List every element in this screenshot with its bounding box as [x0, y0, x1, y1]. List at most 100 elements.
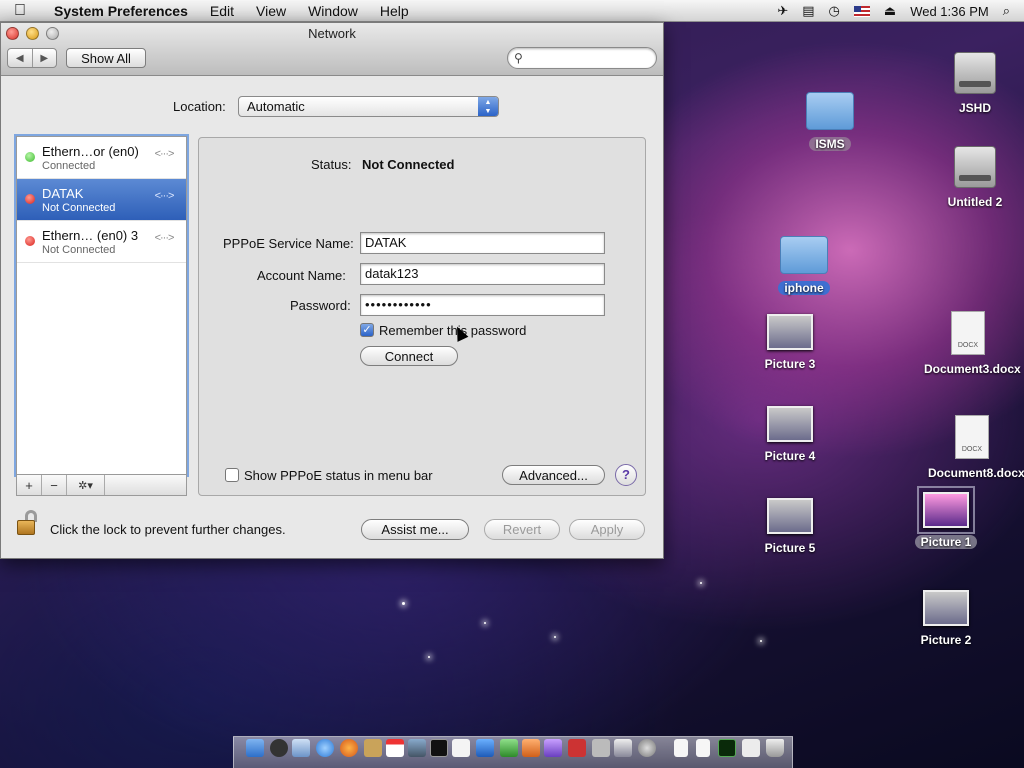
menu-window[interactable]: Window	[308, 3, 358, 19]
desktop-icon-label: Document8.docx	[928, 466, 1024, 480]
network-window: Network ◀ ▶ Show All ⚲ Location: Automat…	[0, 22, 664, 559]
show-all-button[interactable]: Show All	[66, 48, 146, 68]
menu-view[interactable]: View	[256, 3, 286, 19]
ical-icon[interactable]	[386, 739, 404, 757]
desktop-icon-iphone[interactable]: iphone	[754, 236, 854, 295]
desktop-icon-label: iphone	[778, 281, 830, 295]
activity-monitor-icon[interactable]	[718, 739, 736, 757]
menu-extras: ✈ ▤ ◷ ⏏ Wed 1:36 PM ⌕	[777, 0, 1024, 22]
textedit-icon[interactable]	[452, 739, 470, 757]
advanced-button[interactable]: Advanced...	[502, 465, 605, 485]
location-value: Automatic	[247, 99, 305, 114]
powerpoint-icon[interactable]	[522, 739, 540, 757]
excel-icon[interactable]	[500, 739, 518, 757]
show-pppoe-status-label: Show PPPoE status in menu bar	[244, 468, 433, 483]
desktop-icon-picture-3[interactable]: Picture 3	[740, 314, 840, 371]
lock-icon[interactable]	[17, 510, 39, 536]
preview-icon[interactable]	[614, 739, 632, 757]
add-service-button[interactable]: +	[17, 475, 42, 495]
desktop-icon-picture-4[interactable]: Picture 4	[740, 406, 840, 463]
desktop-icon-label: Document3.docx	[924, 362, 1021, 376]
desktop-icon-jshd[interactable]: JSHD	[925, 52, 1024, 115]
eject-icon[interactable]: ⏏	[884, 3, 896, 19]
word-icon[interactable]	[476, 739, 494, 757]
airplane-icon[interactable]: ✈	[777, 3, 788, 19]
time-machine-icon[interactable]: ◷	[829, 3, 840, 19]
clock[interactable]: Wed 1:36 PM	[910, 4, 989, 19]
service-name-input[interactable]: DATAK	[360, 232, 605, 254]
safari-icon[interactable]	[316, 739, 334, 757]
status-green-icon	[25, 152, 35, 162]
star	[484, 622, 486, 624]
desktop-icon-document8[interactable]: DOCX Document8.docx	[922, 415, 1024, 480]
document-icon[interactable]	[674, 739, 688, 757]
back-arrow-icon[interactable]: ◀	[8, 49, 32, 67]
status-label: Status:	[311, 157, 352, 172]
service-item-ethernet-en0-3[interactable]: Ethern… (en0) 3 Not Connected <···>	[17, 221, 186, 263]
document-icon[interactable]	[742, 739, 760, 757]
terminal-icon[interactable]	[430, 739, 448, 757]
service-status: Not Connected	[42, 202, 116, 214]
folder-icon	[780, 236, 828, 274]
desktop-icon-label: Picture 1	[914, 535, 978, 549]
document-icon[interactable]	[696, 739, 710, 757]
desktop-icon-picture-1[interactable]: Picture 1	[896, 486, 996, 549]
remember-password-checkbox[interactable]: ✓	[360, 323, 374, 337]
desktop-icon-untitled-2[interactable]: Untitled 2	[925, 146, 1024, 209]
desktop-icon-document3[interactable]: DOCX Document3.docx	[918, 311, 1021, 376]
finder-icon[interactable]	[246, 739, 264, 757]
search-input[interactable]	[530, 50, 650, 66]
flag-icon[interactable]	[853, 5, 870, 17]
iphoto-icon[interactable]	[408, 739, 426, 757]
show-pppoe-status-checkbox[interactable]	[225, 468, 239, 482]
system-preferences-icon[interactable]	[638, 739, 656, 757]
assist-me-button[interactable]: Assist me...	[361, 519, 469, 540]
account-name-label: Account Name:	[257, 268, 346, 283]
desktop-icon-isms[interactable]: ISMS	[780, 92, 880, 151]
remove-service-button[interactable]: −	[42, 475, 67, 495]
account-name-input[interactable]: datak123	[360, 263, 605, 285]
menu-edit[interactable]: Edit	[210, 3, 234, 19]
picture-thumbnail-icon	[767, 406, 813, 442]
spotlight-icon[interactable]: ⌕	[1003, 3, 1010, 19]
address-book-icon[interactable]	[364, 739, 382, 757]
trash-icon[interactable]	[766, 739, 784, 757]
desktop-icon-picture-5[interactable]: Picture 5	[740, 498, 840, 555]
help-button[interactable]: ?	[615, 464, 637, 486]
desktop-icon-label: Untitled 2	[947, 195, 1003, 209]
apple-menu-icon[interactable]: 	[14, 2, 36, 20]
service-item-datak[interactable]: DATAK Not Connected <···>	[17, 179, 186, 221]
location-select[interactable]: Automatic ▲ ▼	[238, 96, 499, 117]
search-icon: ⚲	[514, 51, 523, 65]
utilities-icon[interactable]	[592, 739, 610, 757]
menu-help[interactable]: Help	[380, 3, 409, 19]
back-forward-control: ◀ ▶	[7, 48, 57, 68]
service-item-ethernet-en0[interactable]: Ethern…or (en0) Connected <···>	[17, 137, 186, 179]
password-input[interactable]: ••••••••••••	[360, 294, 605, 316]
hard-drive-icon	[954, 146, 996, 188]
desktop-icon-label: Picture 4	[764, 449, 816, 463]
ethernet-arrows-icon: <···>	[154, 232, 175, 244]
photobooth-icon[interactable]	[568, 739, 586, 757]
gear-menu-icon[interactable]: ✲▾	[67, 475, 105, 495]
desktop-icon-label: Picture 3	[764, 357, 816, 371]
service-name: DATAK	[42, 186, 84, 201]
entourage-icon[interactable]	[544, 739, 562, 757]
docx-tag: DOCX	[961, 446, 983, 453]
desktop-icon-label: Picture 5	[764, 541, 816, 555]
battery-icon[interactable]: ▤	[802, 3, 814, 19]
connect-button[interactable]: Connect	[360, 346, 458, 366]
service-status: Connected	[42, 160, 96, 172]
desktop-icon-label: Picture 2	[920, 633, 972, 647]
desktop-icon-label: JSHD	[958, 101, 991, 115]
desktop-icon-picture-2[interactable]: Picture 2	[896, 590, 996, 647]
window-title: Network	[308, 26, 356, 41]
apply-button[interactable]: Apply	[569, 519, 645, 540]
forward-arrow-icon[interactable]: ▶	[31, 49, 57, 67]
revert-button[interactable]: Revert	[484, 519, 560, 540]
dashboard-icon[interactable]	[270, 739, 288, 757]
app-menu[interactable]: System Preferences	[54, 3, 188, 19]
ethernet-arrows-icon: <···>	[154, 190, 175, 202]
mail-icon[interactable]	[292, 739, 310, 757]
firefox-icon[interactable]	[340, 739, 358, 757]
